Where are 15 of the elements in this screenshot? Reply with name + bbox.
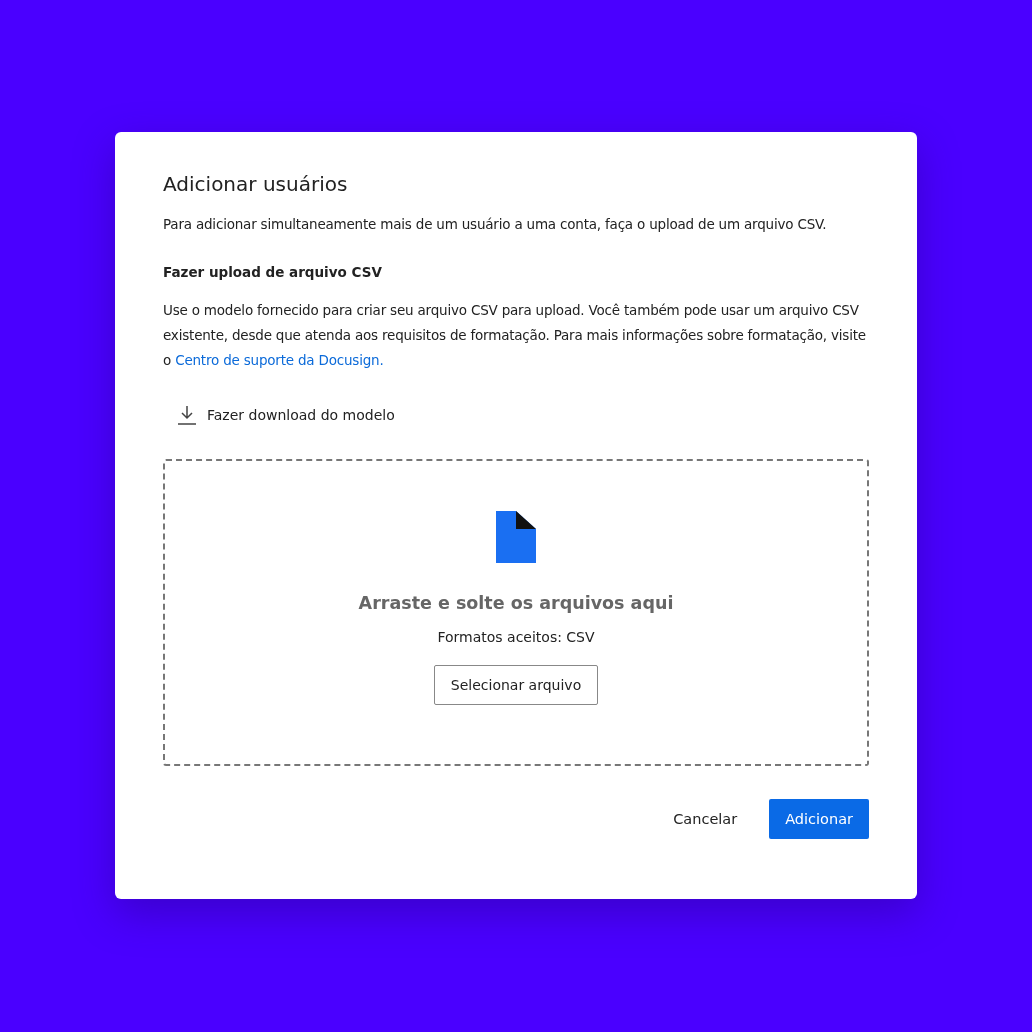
drop-zone-title: Arraste e solte os arquivos aqui: [358, 593, 674, 613]
drop-zone[interactable]: Arraste e solte os arquivos aqui Formatos aceitos: CSV Selecionar arquivo: [163, 459, 869, 766]
file-icon: [496, 511, 536, 563]
add-button[interactable]: Adicionar: [769, 799, 869, 839]
download-label: Fazer download do modelo: [207, 407, 395, 423]
description-text: Use o modelo fornecido para criar seu arquivo CSV para upload. Você também pode usar um arquivo CSV existente, desde que atenda aos requisitos de formatação. Para mais informações sobre formatação, visite o Centro de suporte da Docusign.: [163, 301, 867, 370]
intro-text: Para adicionar simultaneamente mais de um usuário a uma conta, faça o upload de um arquivo CSV.: [163, 216, 828, 232]
formats-text: Formatos aceitos: CSV: [437, 629, 595, 645]
cancel-button[interactable]: Cancelar: [657, 799, 754, 839]
section-title: Fazer upload de arquivo CSV: [163, 264, 383, 280]
dialog-title: Adicionar usuários: [163, 172, 349, 196]
select-file-button[interactable]: Selecionar arquivo: [433, 665, 599, 705]
download-icon: [177, 405, 197, 425]
download-link[interactable]: Fazer download do modelo: [177, 405, 395, 425]
support-link[interactable]: Centro de suporte da Docusign.: [175, 352, 384, 368]
